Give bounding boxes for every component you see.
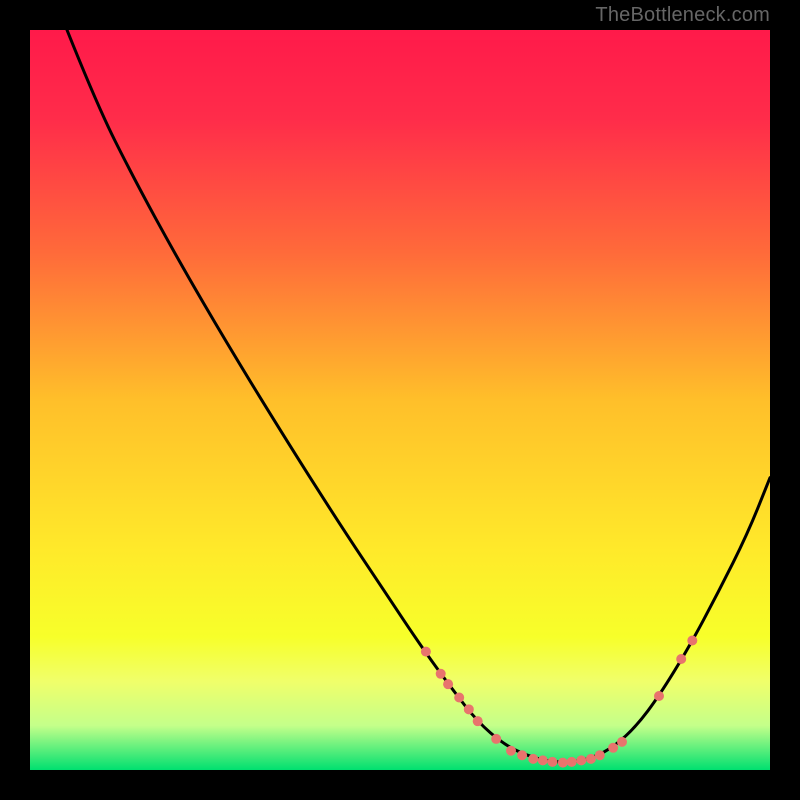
- data-marker: [617, 737, 627, 747]
- chart-container: TheBottleneck.com: [0, 0, 800, 800]
- gradient-background: [30, 30, 770, 770]
- plot-area: [30, 30, 770, 770]
- data-marker: [464, 704, 474, 714]
- data-marker: [473, 716, 483, 726]
- data-marker: [538, 755, 548, 765]
- data-marker: [676, 654, 686, 664]
- data-marker: [454, 692, 464, 702]
- chart-svg: [30, 30, 770, 770]
- data-marker: [528, 754, 538, 764]
- data-marker: [443, 679, 453, 689]
- data-marker: [506, 746, 516, 756]
- data-marker: [517, 750, 527, 760]
- data-marker: [421, 647, 431, 657]
- data-marker: [576, 755, 586, 765]
- watermark-label: TheBottleneck.com: [595, 4, 770, 27]
- data-marker: [558, 758, 568, 768]
- data-marker: [608, 743, 618, 753]
- data-marker: [687, 636, 697, 646]
- data-marker: [547, 757, 557, 767]
- data-marker: [491, 734, 501, 744]
- data-marker: [436, 669, 446, 679]
- data-marker: [595, 750, 605, 760]
- data-marker: [567, 757, 577, 767]
- data-marker: [586, 754, 596, 764]
- data-marker: [654, 691, 664, 701]
